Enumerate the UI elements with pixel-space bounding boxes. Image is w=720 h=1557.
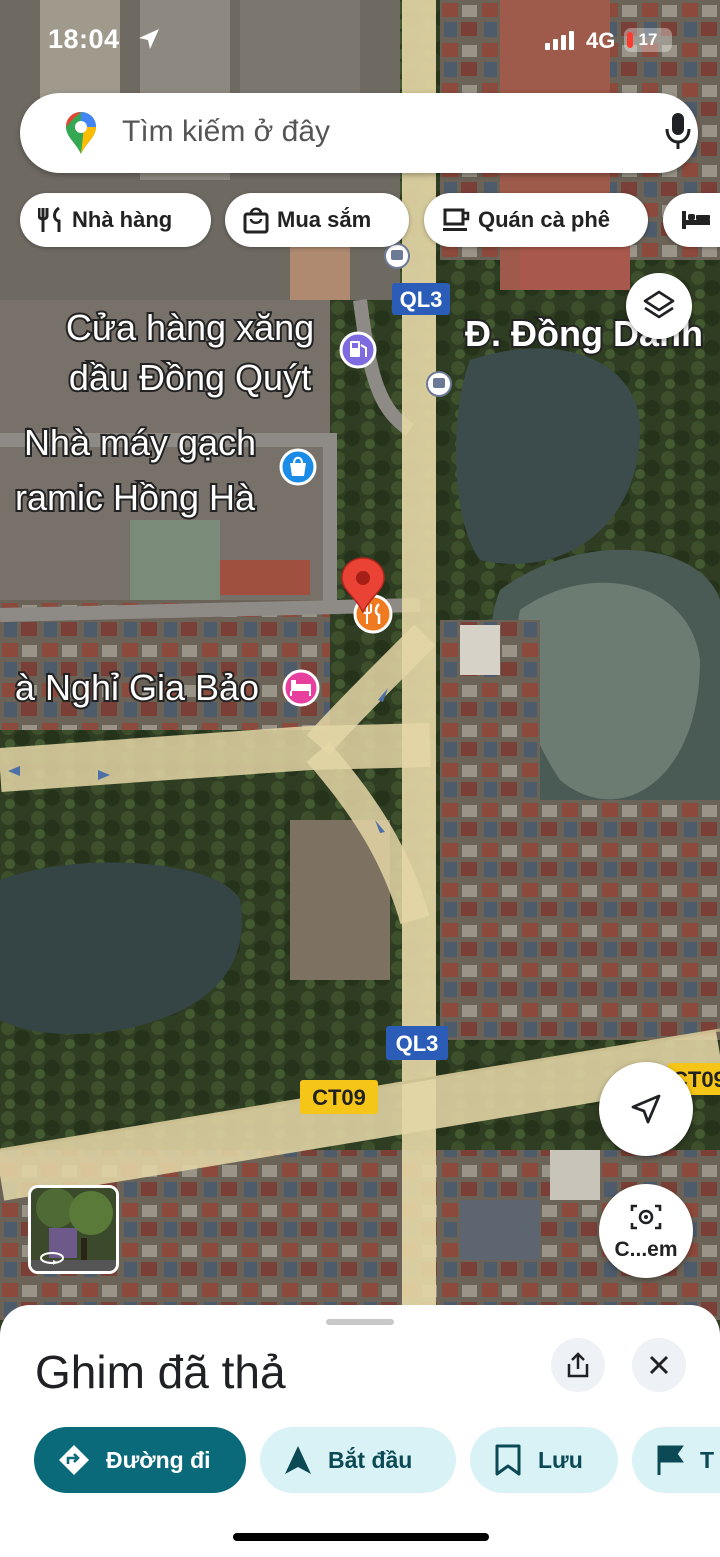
flag-icon [657,1445,684,1475]
chip-shopping[interactable]: Mua sắm [225,193,409,247]
home-indicator[interactable] [233,1533,489,1541]
directions-button[interactable]: Đường đi [34,1427,246,1493]
route-shield-ql3: QL3 [392,283,450,315]
sheet-title: Ghim đã thả [35,1346,286,1398]
bus-stop-icon[interactable] [426,371,452,397]
gas-station-label-line1[interactable]: Cửa hàng xăng [64,305,316,350]
gas-station-label-line2[interactable]: dầu Đồng Quýt [67,355,313,400]
layers-icon [643,290,675,319]
rotate-360-icon [40,1252,64,1265]
chip-label: Nhà hàng [72,207,173,232]
chip-label: Quán cà phê [478,207,611,232]
gas-station-icon[interactable] [339,331,377,369]
route-shield-ql3: QL3 [386,1026,448,1060]
action-label: Lưu [538,1446,583,1473]
chip-hotels[interactable] [663,193,720,247]
chip-restaurants[interactable]: Nhà hàng [20,193,211,247]
close-button[interactable] [632,1338,686,1392]
battery-icon: 17 [624,28,672,52]
close-icon [649,1355,669,1375]
microphone-icon[interactable] [664,111,692,151]
restaurant-icon [38,206,61,232]
location-services-icon [139,29,159,49]
start-button[interactable]: Bắt đầu [260,1427,456,1493]
svg-text:QL3: QL3 [396,1031,439,1056]
battery-level: 17 [638,30,658,49]
bus-stop-icon[interactable] [384,243,410,269]
share-icon [567,1352,589,1378]
google-maps-logo-icon [66,112,96,154]
chip-coffee[interactable]: Quán cà phê [424,193,648,247]
coffee-icon [443,208,470,231]
tile-factory-label-line2[interactable]: ramic Hồng Hà [13,475,258,520]
bookmark-icon [495,1444,521,1476]
hotel-bed-icon [682,211,710,229]
camera-search-label: C...em [614,1238,678,1261]
sheet-drag-handle[interactable] [326,1319,394,1325]
action-label: T [700,1446,715,1473]
route-shield-ct09: CT09 [300,1080,378,1114]
chip-label: Mua sắm [277,207,372,232]
status-time: 18:04 [48,24,120,54]
street-view-thumbnail[interactable] [28,1185,119,1274]
share-button[interactable] [551,1338,605,1392]
map-layers-button[interactable] [626,273,692,339]
shopping-poi-icon[interactable] [279,448,317,486]
action-label: Bắt đầu [328,1446,413,1473]
cellular-signal-icon [545,31,574,50]
my-location-button[interactable] [599,1062,693,1156]
svg-text:QL3: QL3 [400,287,443,312]
tile-factory-label-line1[interactable]: Nhà máy gạch [22,420,258,465]
hotel-poi-icon[interactable] [282,669,320,707]
guesthouse-label[interactable]: à Nghỉ Gia Bảo [13,665,261,710]
save-button[interactable]: Lưu [470,1427,618,1493]
label-button[interactable]: T [632,1427,720,1493]
search-input[interactable]: Tìm kiếm ở đây [122,115,330,149]
navigation-arrow-icon [631,1094,661,1124]
action-label: Đường đi [106,1446,211,1473]
network-type: 4G [586,28,616,53]
navigation-arrow-icon [285,1446,311,1474]
search-bar[interactable]: Tìm kiếm ở đây [20,93,698,173]
svg-text:CT09: CT09 [312,1085,366,1110]
place-bottom-sheet[interactable]: Ghim đã thả Đường đi Bắt đầu Lưu T [0,1305,720,1557]
directions-icon [59,1445,89,1475]
shopping-bag-icon [243,207,269,234]
camera-lens-icon [630,1204,662,1230]
camera-search-button[interactable]: C...em [599,1184,693,1278]
status-bar: 18:04 4G 17 [0,0,720,80]
